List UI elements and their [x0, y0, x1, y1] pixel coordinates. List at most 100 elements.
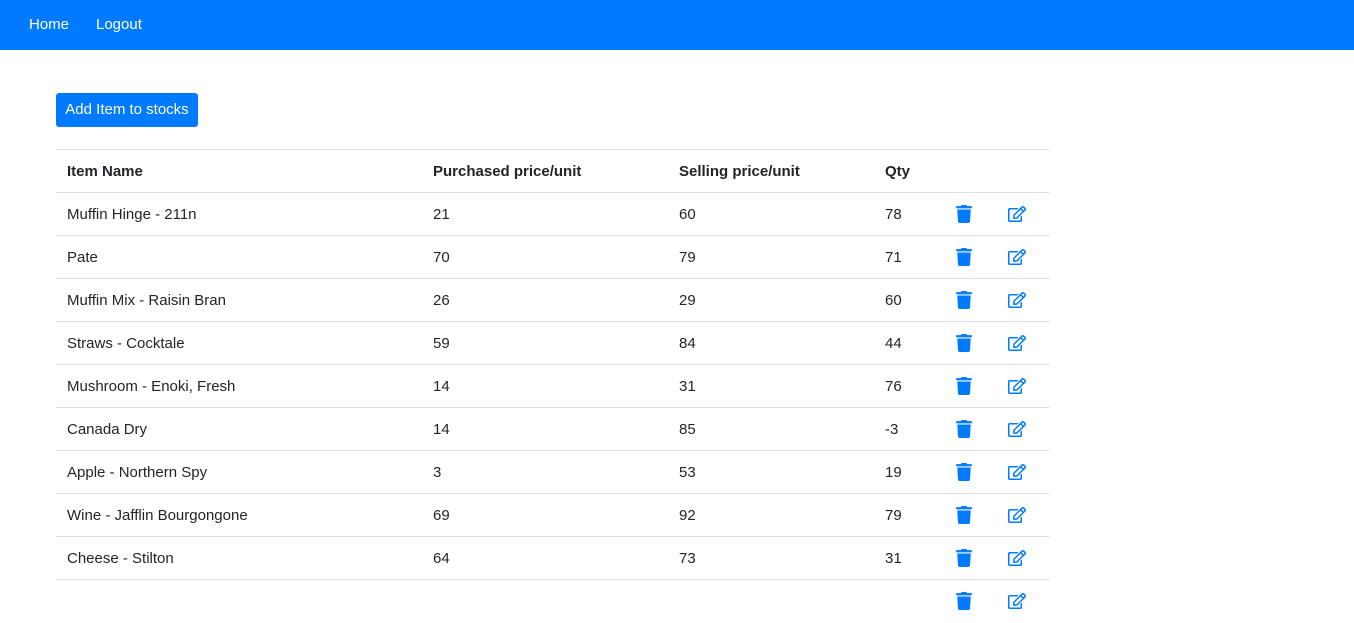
table-row: Apple - Northern Spy 3 53 19 [56, 450, 1050, 494]
cell-purchased-price: 14 [422, 407, 668, 451]
cell-item-name: Mushroom - Enoki, Fresh [56, 364, 422, 408]
trash-icon[interactable] [955, 377, 973, 396]
cell-edit [983, 493, 1050, 537]
cell-delete [930, 192, 983, 236]
edit-icon[interactable] [1008, 592, 1026, 610]
cell-selling-price: 73 [668, 536, 874, 580]
cell-delete [930, 364, 983, 408]
cell-selling-price: 29 [668, 278, 874, 322]
trash-icon[interactable] [955, 592, 973, 611]
cell-purchased-price: 69 [422, 493, 668, 537]
cell-qty: 79 [874, 493, 930, 537]
header-qty: Qty [874, 149, 930, 193]
cell-qty: 19 [874, 450, 930, 494]
header-delete [930, 149, 983, 193]
header-purchased-price: Purchased price/unit [422, 149, 668, 193]
trash-icon[interactable] [955, 549, 973, 568]
edit-icon[interactable] [1008, 549, 1026, 567]
cell-item-name: Cheese - Stilton [56, 536, 422, 580]
table-row: Muffin Mix - Raisin Bran 26 29 60 [56, 278, 1050, 322]
stock-table: Item Name Purchased price/unit Selling p… [56, 149, 1050, 623]
header-selling-price: Selling price/unit [668, 149, 874, 193]
cell-edit [983, 536, 1050, 580]
trash-icon[interactable] [955, 463, 973, 482]
cell-item-name: Wine - Jafflin Bourgongone [56, 493, 422, 537]
cell-item-name: Straws - Cocktale [56, 321, 422, 365]
cell-purchased-price: 3 [422, 450, 668, 494]
table-row: Canada Dry 14 85 -3 [56, 407, 1050, 451]
cell-qty: 76 [874, 364, 930, 408]
cell-delete [930, 536, 983, 580]
edit-icon[interactable] [1008, 291, 1026, 309]
cell-selling-price: 31 [668, 364, 874, 408]
cell-purchased-price: 64 [422, 536, 668, 580]
trash-icon[interactable] [955, 291, 973, 310]
trash-icon[interactable] [955, 205, 973, 224]
cell-purchased-price: 21 [422, 192, 668, 236]
cell-selling-price: 79 [668, 235, 874, 279]
cell-edit [983, 235, 1050, 279]
edit-icon[interactable] [1008, 334, 1026, 352]
cell-qty: -3 [874, 407, 930, 451]
cell-edit [983, 192, 1050, 236]
cell-item-name: Muffin Hinge - 211n [56, 192, 422, 236]
edit-icon[interactable] [1008, 463, 1026, 481]
trash-icon[interactable] [955, 506, 973, 525]
cell-item-name: Pate [56, 235, 422, 279]
nav-logout-link[interactable]: Logout [96, 0, 142, 50]
cell-purchased-price: 14 [422, 364, 668, 408]
edit-icon[interactable] [1008, 248, 1026, 266]
header-item-name: Item Name [56, 149, 422, 193]
table-row: Muffin Hinge - 211n 21 60 78 [56, 192, 1050, 236]
table-row: Pate 70 79 71 [56, 235, 1050, 279]
cell-qty [874, 579, 930, 623]
cell-purchased-price [422, 579, 668, 623]
edit-icon[interactable] [1008, 377, 1026, 395]
cell-delete [930, 278, 983, 322]
trash-icon[interactable] [955, 420, 973, 439]
table-row: Mushroom - Enoki, Fresh 14 31 76 [56, 364, 1050, 408]
edit-icon[interactable] [1008, 420, 1026, 438]
cell-edit [983, 450, 1050, 494]
nav-home-link[interactable]: Home [29, 0, 69, 50]
cell-selling-price: 84 [668, 321, 874, 365]
cell-delete [930, 579, 983, 623]
cell-delete [930, 407, 983, 451]
add-item-button[interactable]: Add Item to stocks [56, 93, 198, 127]
cell-selling-price: 85 [668, 407, 874, 451]
table-row: Wine - Jafflin Bourgongone 69 92 79 [56, 493, 1050, 537]
cell-selling-price: 92 [668, 493, 874, 537]
cell-edit [983, 321, 1050, 365]
trash-icon[interactable] [955, 248, 973, 267]
cell-edit [983, 579, 1050, 623]
edit-icon[interactable] [1008, 506, 1026, 524]
cell-delete [930, 450, 983, 494]
table-row: Straws - Cocktale 59 84 44 [56, 321, 1050, 365]
cell-item-name: Apple - Northern Spy [56, 450, 422, 494]
cell-selling-price: 53 [668, 450, 874, 494]
cell-selling-price: 60 [668, 192, 874, 236]
cell-qty: 71 [874, 235, 930, 279]
cell-item-name [56, 579, 422, 623]
cell-qty: 31 [874, 536, 930, 580]
cell-qty: 78 [874, 192, 930, 236]
edit-icon[interactable] [1008, 205, 1026, 223]
top-navbar: Home Logout [0, 0, 1354, 50]
table-row: Cheese - Stilton 64 73 31 [56, 536, 1050, 580]
cell-delete [930, 235, 983, 279]
trash-icon[interactable] [955, 334, 973, 353]
cell-delete [930, 321, 983, 365]
cell-selling-price [668, 579, 874, 623]
table-header-row: Item Name Purchased price/unit Selling p… [56, 149, 1050, 193]
cell-qty: 44 [874, 321, 930, 365]
cell-purchased-price: 59 [422, 321, 668, 365]
cell-edit [983, 278, 1050, 322]
header-edit [983, 149, 1050, 193]
cell-edit [983, 364, 1050, 408]
cell-item-name: Muffin Mix - Raisin Bran [56, 278, 422, 322]
cell-purchased-price: 70 [422, 235, 668, 279]
table-row [56, 579, 1050, 623]
cell-purchased-price: 26 [422, 278, 668, 322]
cell-qty: 60 [874, 278, 930, 322]
cell-item-name: Canada Dry [56, 407, 422, 451]
